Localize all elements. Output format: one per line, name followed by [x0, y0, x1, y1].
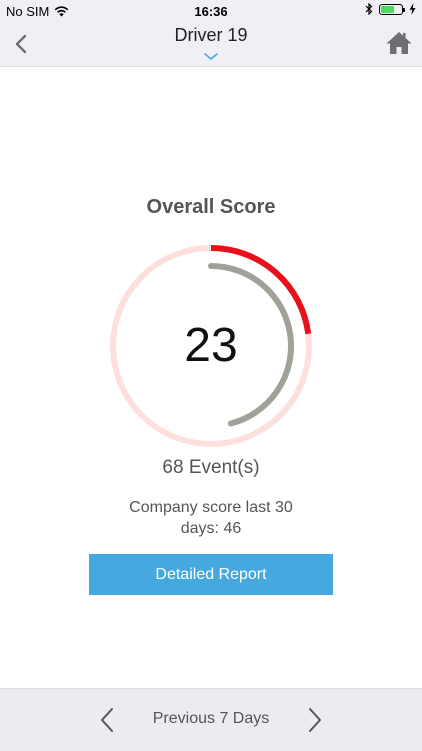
next-period-chevron-icon[interactable]	[302, 706, 326, 734]
charging-bolt-icon	[409, 3, 416, 15]
home-icon[interactable]	[384, 28, 414, 58]
battery-icon	[379, 3, 405, 15]
navigation-bar: Driver 19	[0, 22, 422, 67]
status-bar: No SIM 16:36	[0, 0, 422, 22]
events-count: 68 Event(s)	[162, 457, 260, 478]
status-right	[365, 3, 416, 15]
period-navigation-bar: Previous 7 Days	[0, 688, 422, 751]
score-heading: Overall Score	[146, 196, 276, 218]
chevron-down-icon[interactable]	[203, 52, 219, 61]
battery-level	[381, 5, 395, 13]
company-score-text: Company score last 30 days: 46	[129, 499, 293, 537]
period-label: Previous 7 Days	[152, 710, 270, 727]
bluetooth-icon	[365, 3, 373, 15]
page-title[interactable]: Driver 19	[0, 25, 422, 46]
status-time: 16:36	[194, 4, 228, 19]
battery-cap	[403, 7, 405, 12]
score-value: 23	[184, 319, 238, 372]
detailed-report-button[interactable]: Detailed Report	[89, 554, 333, 595]
